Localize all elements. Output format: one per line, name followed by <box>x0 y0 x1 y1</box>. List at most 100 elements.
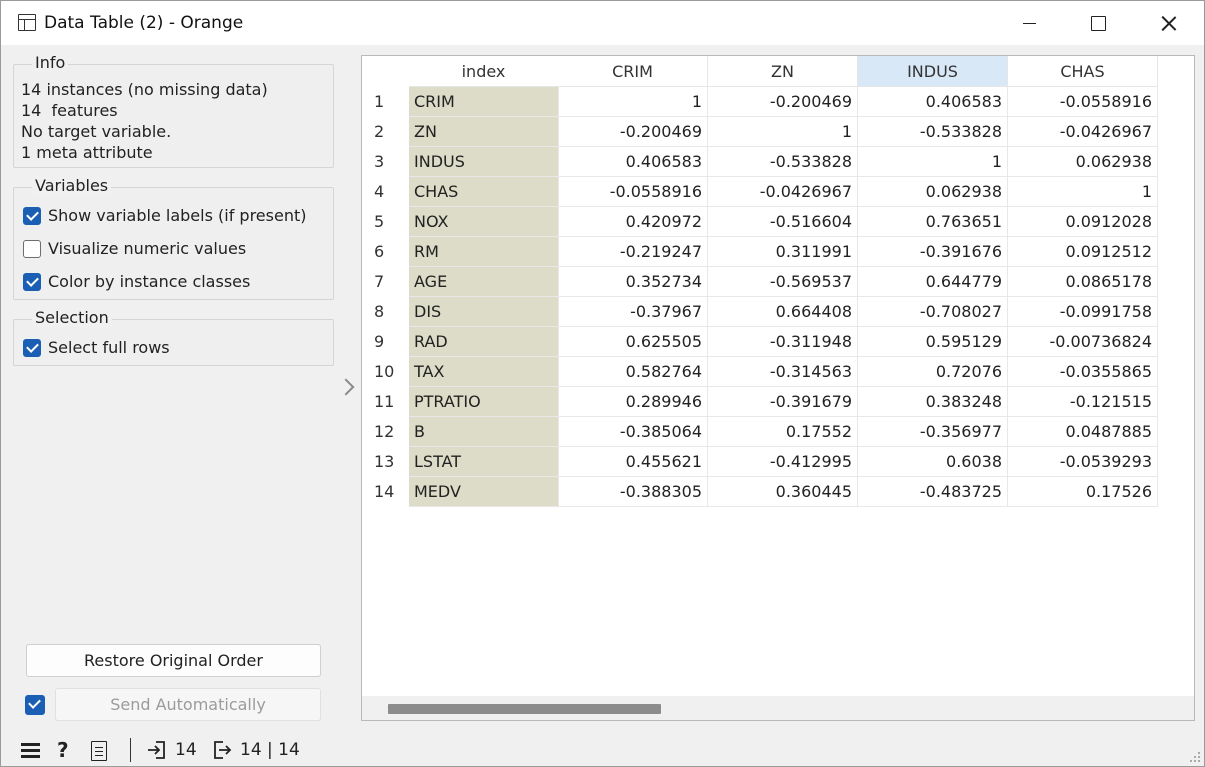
column-header-indus[interactable]: INDUS <box>858 56 1008 87</box>
table-cell[interactable]: 0.72076 <box>858 357 1008 387</box>
table-cell[interactable]: -0.0426967 <box>708 177 858 207</box>
report-icon[interactable] <box>91 741 107 761</box>
close-button[interactable] <box>1141 1 1197 45</box>
meta-cell[interactable]: NOX <box>409 207 559 237</box>
table-cell[interactable]: 0.062938 <box>858 177 1008 207</box>
restore-original-order-button[interactable]: Restore Original Order <box>26 644 321 677</box>
table-cell[interactable]: -0.121515 <box>1008 387 1158 417</box>
table-cell[interactable]: -0.314563 <box>708 357 858 387</box>
row-header[interactable]: 10 <box>362 357 408 387</box>
table-cell[interactable]: 0.0912028 <box>1008 207 1158 237</box>
column-header-crim[interactable]: CRIM <box>558 56 708 87</box>
table-cell[interactable]: 0.311991 <box>708 237 858 267</box>
table-cell[interactable]: 1 <box>1008 177 1158 207</box>
meta-cell[interactable]: MEDV <box>409 477 559 507</box>
table-corner[interactable] <box>362 56 409 87</box>
row-header[interactable]: 1 <box>362 87 408 117</box>
table-cell[interactable]: 0.6038 <box>858 447 1008 477</box>
table-cell[interactable]: 0.352734 <box>558 267 708 297</box>
row-header[interactable]: 11 <box>362 387 408 417</box>
meta-cell[interactable]: RM <box>409 237 559 267</box>
select-full-rows-checkbox[interactable] <box>23 339 41 357</box>
row-header[interactable]: 13 <box>362 447 408 477</box>
meta-cell[interactable]: CHAS <box>409 177 559 207</box>
show-variable-labels-label[interactable]: Show variable labels (if present) <box>48 206 306 225</box>
meta-cell[interactable]: INDUS <box>409 147 559 177</box>
table-cell[interactable]: -0.37967 <box>558 297 708 327</box>
meta-cell[interactable]: AGE <box>409 267 559 297</box>
table-cell[interactable]: -0.0539293 <box>1008 447 1158 477</box>
table-cell[interactable]: 0.406583 <box>858 87 1008 117</box>
help-icon[interactable]: ? <box>57 739 75 761</box>
row-header[interactable]: 7 <box>362 267 408 297</box>
table-cell[interactable]: -0.533828 <box>708 147 858 177</box>
color-by-class-checkbox[interactable] <box>23 273 41 291</box>
row-header[interactable]: 12 <box>362 417 408 447</box>
table-cell[interactable]: -0.200469 <box>558 117 708 147</box>
resize-grip[interactable] <box>1189 751 1201 763</box>
visualize-numeric-checkbox[interactable] <box>23 240 41 258</box>
table-cell[interactable]: 0.062938 <box>1008 147 1158 177</box>
table-cell[interactable]: -0.219247 <box>558 237 708 267</box>
meta-cell[interactable]: CRIM <box>409 87 559 117</box>
table-cell[interactable]: -0.385064 <box>558 417 708 447</box>
row-header[interactable]: 2 <box>362 117 408 147</box>
show-variable-labels-checkbox[interactable] <box>23 207 41 225</box>
color-by-class-label[interactable]: Color by instance classes <box>48 272 250 291</box>
meta-cell[interactable]: LSTAT <box>409 447 559 477</box>
chevron-right-icon[interactable] <box>340 377 354 397</box>
meta-cell[interactable]: DIS <box>409 297 559 327</box>
table-cell[interactable]: 0.595129 <box>858 327 1008 357</box>
table-cell[interactable]: 0.0865178 <box>1008 267 1158 297</box>
table-cell[interactable]: -0.311948 <box>708 327 858 357</box>
data-table[interactable]: index CRIM ZN INDUS CHAS 1 CRIM 1 -0.200469 0.406… <box>361 55 1195 721</box>
table-cell[interactable]: -0.391676 <box>858 237 1008 267</box>
table-cell[interactable]: 0.582764 <box>558 357 708 387</box>
menu-icon[interactable] <box>21 739 41 761</box>
table-cell[interactable]: -0.533828 <box>858 117 1008 147</box>
table-cell[interactable]: 0.625505 <box>558 327 708 357</box>
column-header-index[interactable]: index <box>409 56 559 87</box>
table-cell[interactable]: 0.17552 <box>708 417 858 447</box>
table-cell[interactable]: 0.383248 <box>858 387 1008 417</box>
table-cell[interactable]: -0.412995 <box>708 447 858 477</box>
table-cell[interactable]: 0.455621 <box>558 447 708 477</box>
meta-cell[interactable]: TAX <box>409 357 559 387</box>
meta-cell[interactable]: ZN <box>409 117 559 147</box>
table-cell[interactable]: 0.664408 <box>708 297 858 327</box>
column-header-zn[interactable]: ZN <box>708 56 858 87</box>
table-cell[interactable]: 0.420972 <box>558 207 708 237</box>
meta-cell[interactable]: PTRATIO <box>409 387 559 417</box>
table-cell[interactable]: -0.391679 <box>708 387 858 417</box>
table-cell[interactable]: 1 <box>858 147 1008 177</box>
table-cell[interactable]: -0.708027 <box>858 297 1008 327</box>
table-cell[interactable]: -0.0355865 <box>1008 357 1158 387</box>
table-cell[interactable]: 0.0912512 <box>1008 237 1158 267</box>
table-cell[interactable]: -0.388305 <box>558 477 708 507</box>
row-header[interactable]: 3 <box>362 147 408 177</box>
meta-cell[interactable]: B <box>409 417 559 447</box>
table-cell[interactable]: -0.356977 <box>858 417 1008 447</box>
row-header[interactable]: 8 <box>362 297 408 327</box>
table-cell[interactable]: -0.0991758 <box>1008 297 1158 327</box>
table-cell[interactable]: 1 <box>708 117 858 147</box>
send-automatically-button[interactable]: Send Automatically <box>55 688 321 721</box>
row-header[interactable]: 6 <box>362 237 408 267</box>
select-full-rows-label[interactable]: Select full rows <box>48 338 170 357</box>
table-cell[interactable]: 0.289946 <box>558 387 708 417</box>
scrollbar-thumb[interactable] <box>388 704 661 714</box>
table-cell[interactable]: -0.569537 <box>708 267 858 297</box>
minimize-button[interactable] <box>1001 1 1057 45</box>
row-header[interactable]: 9 <box>362 327 408 357</box>
table-cell[interactable]: -0.483725 <box>858 477 1008 507</box>
table-cell[interactable]: 1 <box>558 87 708 117</box>
title-bar[interactable]: Data Table (2) - Orange <box>1 1 1204 45</box>
table-cell[interactable]: -0.0558916 <box>1008 87 1158 117</box>
visualize-numeric-label[interactable]: Visualize numeric values <box>48 239 246 258</box>
column-header-chas[interactable]: CHAS <box>1008 56 1158 87</box>
table-cell[interactable]: 0.763651 <box>858 207 1008 237</box>
table-cell[interactable]: 0.360445 <box>708 477 858 507</box>
table-cell[interactable]: 0.0487885 <box>1008 417 1158 447</box>
table-cell[interactable]: -0.200469 <box>708 87 858 117</box>
table-cell[interactable]: -0.0558916 <box>558 177 708 207</box>
